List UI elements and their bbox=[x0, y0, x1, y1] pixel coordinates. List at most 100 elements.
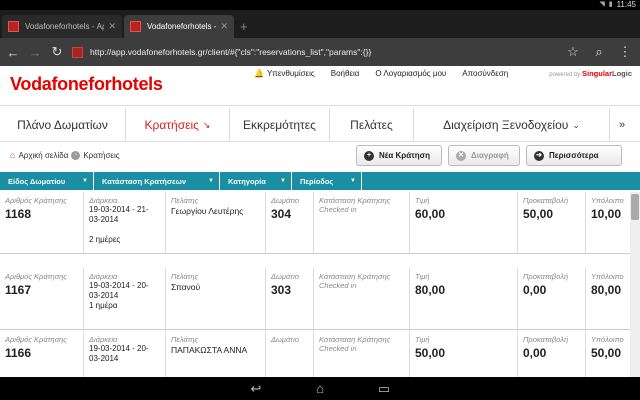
brand-part-a: Singular bbox=[581, 69, 612, 78]
cell-remaining: Υπόλοιπο 50,00 bbox=[586, 331, 630, 377]
filter-room-type[interactable]: Είδος Δωματίου ▼ bbox=[0, 172, 94, 190]
filter-period[interactable]: Περίοδος ▼ bbox=[292, 172, 362, 190]
nav-hotel-management[interactable]: Διαχείριση Ξενοδοχείου ⌄ bbox=[414, 108, 610, 142]
breadcrumb: ⌂ Αρχική σελίδα › Κρατήσεις bbox=[10, 150, 120, 160]
deposit-value: 0,00 bbox=[523, 346, 547, 360]
cell-id: Αριθμός Κράτησης 1168 bbox=[0, 192, 84, 253]
cell-id: Αριθμός Κράτησης 1166 bbox=[0, 331, 84, 377]
label-remaining: Υπόλοιπο bbox=[591, 335, 624, 344]
filter-category[interactable]: Κατηγορία ▼ bbox=[220, 172, 292, 190]
status-time: 11:45 bbox=[616, 0, 636, 9]
customer-name[interactable]: Σπανού bbox=[171, 282, 260, 292]
chevron-down-icon: ⌄ bbox=[572, 119, 580, 130]
label-id: Αριθμός Κράτησης bbox=[5, 335, 67, 344]
filter-bar: Είδος Δωματίου ▼ Κατάσταση Κρατήσεων ▼ Κατ… bbox=[0, 172, 640, 190]
nav-label: Κρατήσεις bbox=[144, 118, 199, 132]
account-link[interactable]: Ο Λογαριασμός μου bbox=[375, 69, 446, 78]
brand-part-b: Logic bbox=[612, 69, 632, 78]
cell-duration: Διάρκεια 19-03-2014 - 20-03-2014 1 ημέρα bbox=[84, 268, 166, 329]
back-arrow-icon[interactable]: ← bbox=[2, 41, 24, 63]
filter-label: Κατηγορία bbox=[228, 176, 266, 186]
customer-name[interactable]: ΠΑΠΑΚΩΣΤΑ ΑΝΝΑ bbox=[171, 345, 260, 355]
label-customer: Πελάτης bbox=[171, 335, 199, 344]
tab-title: Vodafoneforhotels - Κρα bbox=[147, 22, 217, 31]
nav-label: Εκκρεμότητες bbox=[243, 118, 316, 132]
address-bar[interactable]: http://app.vodafoneforhotels.gr/client/#… bbox=[72, 42, 592, 62]
close-icon[interactable]: ✕ bbox=[108, 21, 116, 32]
bell-icon: 🔔 bbox=[254, 69, 264, 78]
delete-button[interactable]: ✕ Διαγραφή bbox=[448, 145, 520, 166]
system-nav-bar: ↩ ⌂ ▭ bbox=[0, 377, 640, 400]
button-label: Νέα Κράτηση bbox=[379, 151, 430, 160]
customer-name[interactable]: Γεωργίου Λευτέρης bbox=[171, 206, 260, 216]
reservation-row[interactable]: Αριθμός Κράτησης 1167 Διάρκεια 19-03-2014 … bbox=[0, 268, 630, 330]
powered-by: powered by SingularLogic bbox=[549, 69, 632, 78]
reservation-id: 1167 bbox=[5, 283, 32, 297]
label-id: Αριθμός Κράτησης bbox=[5, 196, 67, 205]
list-scrollbar[interactable] bbox=[630, 192, 640, 377]
nav-more-button[interactable]: » bbox=[610, 108, 634, 141]
reservation-id: 1168 bbox=[5, 207, 32, 221]
forward-arrow-icon[interactable]: → bbox=[24, 41, 46, 63]
nav-room-plan[interactable]: Πλάνο Δωματίων bbox=[0, 108, 126, 142]
site-logo[interactable]: Vodafoneforhotels bbox=[10, 74, 163, 95]
cell-status: Κατάσταση Κράτησης Checked in bbox=[314, 268, 410, 329]
cell-duration: Διάρκεια 19-03-2014 - 20-03-2014 bbox=[84, 331, 166, 377]
label-id: Αριθμός Κράτησης bbox=[5, 272, 67, 281]
browser-tab-active[interactable]: Vodafoneforhotels - Κρα ✕ bbox=[124, 15, 234, 38]
reminders-link[interactable]: 🔔 Υπενθυμίσεις bbox=[254, 69, 315, 78]
label-price: Τιμή bbox=[415, 272, 430, 281]
menu-icon[interactable]: ⋮ bbox=[614, 41, 636, 63]
close-icon[interactable]: ✕ bbox=[220, 21, 228, 32]
reservation-row[interactable]: Αριθμός Κράτησης 1166 Διάρκεια 19-03-2014 … bbox=[0, 331, 630, 377]
arrow-down-right-icon: ↘ bbox=[202, 119, 211, 130]
plus-icon: + bbox=[364, 150, 374, 161]
help-link[interactable]: Βοήθεια bbox=[331, 69, 360, 78]
nav-customers[interactable]: Πελάτες bbox=[330, 108, 414, 142]
search-icon[interactable]: ⌕ bbox=[588, 41, 610, 63]
nav-reservations[interactable]: Κρατήσεις ↘ bbox=[126, 108, 230, 142]
label-room: Δωμάτιο bbox=[271, 196, 299, 205]
cell-customer: Πελάτης ΠΑΠΑΚΩΣΤΑ ΑΝΝΑ bbox=[166, 331, 266, 377]
button-label: Διαγραφή bbox=[471, 151, 509, 160]
price-value: 50,00 bbox=[415, 346, 446, 360]
label-status: Κατάσταση Κράτησης bbox=[319, 196, 391, 205]
deposit-value: 50,00 bbox=[523, 207, 554, 221]
filter-label: Περίοδος bbox=[300, 176, 334, 186]
back-icon[interactable]: ↩ bbox=[244, 380, 268, 397]
label-customer: Πελάτης bbox=[171, 272, 199, 281]
filter-label: Είδος Δωματίου bbox=[8, 176, 66, 186]
label-customer: Πελάτης bbox=[171, 196, 199, 205]
top-links: 🔔 Υπενθυμίσεις Βοήθεια Ο Λογαριασμός μου … bbox=[254, 69, 508, 78]
label-duration: Διάρκεια bbox=[89, 335, 118, 344]
logout-link[interactable]: Αποσύνδεση bbox=[462, 69, 508, 78]
reload-icon[interactable]: ↻ bbox=[46, 41, 68, 63]
url-text: http://app.vodafoneforhotels.gr/client/#… bbox=[90, 47, 372, 57]
browser-tab[interactable]: Vodafoneforhotels - Αρχι ✕ bbox=[2, 15, 122, 38]
new-tab-button[interactable]: + bbox=[240, 19, 248, 34]
reminders-label: Υπενθυμίσεις bbox=[266, 69, 315, 78]
new-reservation-button[interactable]: + Νέα Κράτηση bbox=[356, 145, 442, 166]
site-header: Vodafoneforhotels 🔔 Υπενθυμίσεις Βοήθεια … bbox=[0, 66, 640, 106]
more-button[interactable]: ➔ Περισσότερα bbox=[526, 145, 622, 166]
breadcrumb-home-link[interactable]: Αρχική σελίδα bbox=[18, 151, 68, 160]
nav-pending[interactable]: Εκκρεμότητες bbox=[230, 108, 330, 142]
label-remaining: Υπόλοιπο bbox=[591, 196, 624, 205]
cell-remaining: Υπόλοιπο 80,00 bbox=[586, 268, 630, 329]
scrollbar-thumb[interactable] bbox=[631, 194, 639, 220]
room-number: 303 bbox=[271, 283, 292, 297]
bookmark-star-icon[interactable]: ☆ bbox=[562, 41, 584, 63]
home-button-icon[interactable]: ⌂ bbox=[308, 380, 332, 397]
battery-icon: ▮ bbox=[608, 1, 613, 8]
label-room: Δωμάτιο bbox=[271, 272, 299, 281]
cell-duration: Διάρκεια 19-03-2014 - 21-03-2014 2 ημέρες bbox=[84, 192, 166, 253]
wifi-icon: ◥ bbox=[599, 1, 605, 8]
reservation-row[interactable]: Αριθμός Κράτησης 1168 Διάρκεια 19-03-2014 … bbox=[0, 192, 630, 254]
deposit-value: 0,00 bbox=[523, 283, 547, 297]
label-room: Δωμάτιο bbox=[271, 335, 299, 344]
filter-reservation-status[interactable]: Κατάσταση Κρατήσεων ▼ bbox=[94, 172, 220, 190]
recent-apps-icon[interactable]: ▭ bbox=[372, 380, 396, 397]
browser-tab-strip: Vodafoneforhotels - Αρχι ✕ Vodafoneforho… bbox=[0, 10, 640, 38]
cell-id: Αριθμός Κράτησης 1167 bbox=[0, 268, 84, 329]
cell-deposit: Προκαταβολή 0,00 bbox=[518, 331, 586, 377]
